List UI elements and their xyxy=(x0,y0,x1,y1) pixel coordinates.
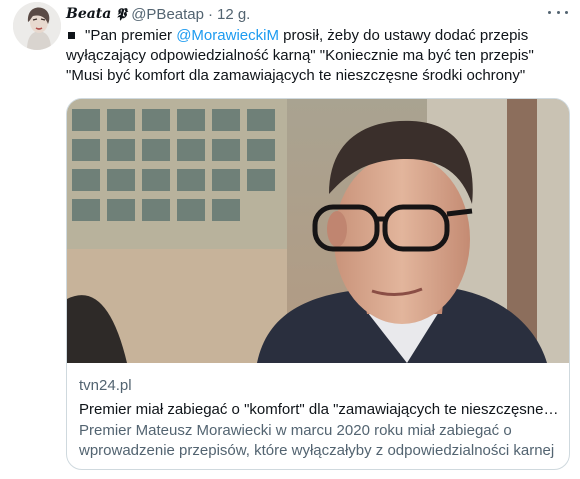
link-card[interactable]: tvn24.pl Premier miał zabiegać o "komfor… xyxy=(66,98,570,470)
black-square-icon xyxy=(68,31,75,39)
news-photo-icon xyxy=(67,99,569,363)
separator-dot: · xyxy=(207,5,213,23)
card-description: Premier Mateusz Morawiecki w marcu 2020 … xyxy=(79,421,559,461)
mention-link[interactable]: @MorawieckiM xyxy=(176,27,279,44)
author-display-name[interactable]: Beata 𝕻 xyxy=(66,6,126,22)
author-handle[interactable]: @PBeatap xyxy=(131,6,204,23)
card-description-line1: Premier Mateusz Morawiecki w marcu 2020 … xyxy=(79,422,512,439)
tweet[interactable]: Beata 𝕻 @PBeatap · 12 g. "Pan premier @M… xyxy=(0,0,580,479)
timestamp[interactable]: 12 g. xyxy=(217,6,250,23)
more-horizontal-icon[interactable] xyxy=(548,6,568,18)
avatar-portrait-icon xyxy=(13,2,61,50)
card-description-line2: wprowadzenie przepisów, które wyłączałyb… xyxy=(79,442,555,459)
card-domain: tvn24.pl xyxy=(79,377,132,394)
card-image[interactable] xyxy=(67,99,569,363)
avatar[interactable] xyxy=(13,2,61,50)
card-title: Premier miał zabiegać o "komfort" dla "z… xyxy=(79,401,559,418)
tweet-text: "Pan premier @MorawieckiM prosił, żeby d… xyxy=(66,26,566,86)
tweet-text-part1: "Pan premier xyxy=(85,27,177,44)
tweet-header: Beata 𝕻 @PBeatap · 12 g. xyxy=(66,4,250,24)
